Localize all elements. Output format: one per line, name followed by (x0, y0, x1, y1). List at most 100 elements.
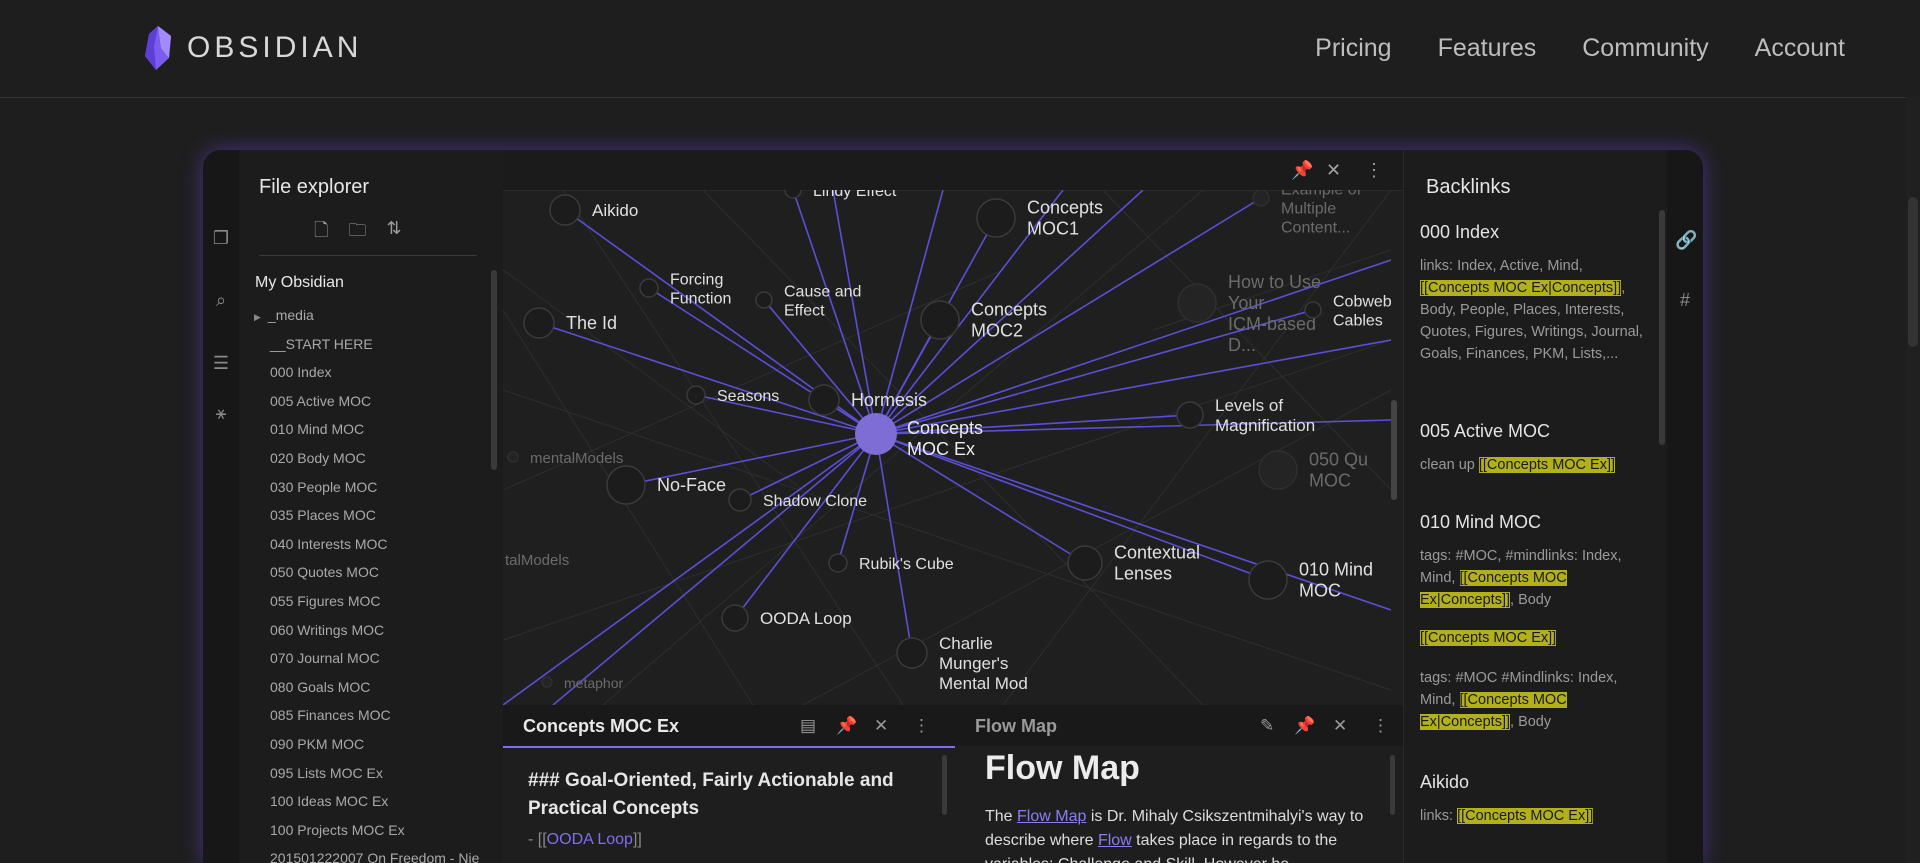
graph-node[interactable]: metaphor (541, 675, 623, 691)
close-icon[interactable]: ✕ (874, 716, 888, 736)
graph-node[interactable]: Example of Multiple Content... (1252, 190, 1362, 237)
nav-features[interactable]: Features (1438, 34, 1537, 63)
backlink-title[interactable]: Aikido (1420, 772, 1645, 793)
graph-node[interactable]: Levels of Magnification (1176, 396, 1315, 435)
graph-scrollbar[interactable] (1391, 400, 1397, 500)
note-scrollbar[interactable] (942, 755, 947, 815)
graph-node-circle[interactable] (606, 465, 646, 505)
graph-node[interactable]: 050 Qu MOC (1258, 450, 1368, 491)
file-item[interactable]: 100 Ideas MOC Ex (270, 787, 479, 816)
nav-account[interactable]: Account (1755, 34, 1845, 63)
graph-node-circle[interactable] (808, 384, 840, 416)
graph-node-circle[interactable] (1252, 190, 1270, 207)
graph-node[interactable]: Rubik's Cube (828, 553, 954, 573)
graph-node[interactable]: Cobweb Cables (1304, 294, 1392, 330)
graph-node-circle[interactable] (523, 307, 555, 339)
more-options-icon[interactable]: ⋮ (913, 716, 930, 736)
graph-node[interactable]: Seasons (686, 385, 779, 405)
graph-node[interactable]: Aikido (549, 194, 638, 226)
graph-node[interactable]: Cause and Effect (755, 284, 861, 320)
file-item[interactable]: 040 Interests MOC (270, 530, 479, 559)
file-item[interactable]: 005 Active MOC (270, 387, 479, 416)
file-item[interactable]: 100 Projects MOC Ex (270, 816, 479, 845)
pin-icon[interactable]: 📌 (1291, 160, 1313, 181)
graph-node[interactable]: Charlie Munger's Mental Mod (896, 634, 1028, 693)
file-item[interactable]: __START HERE (270, 330, 479, 359)
graph-node[interactable]: Concepts MOC2 (920, 300, 1047, 341)
file-item[interactable]: 050 Quotes MOC (270, 558, 479, 587)
files-icon[interactable]: ❐ (211, 228, 231, 248)
pin-icon[interactable]: 📌 (1294, 716, 1315, 736)
file-item[interactable]: 060 Writings MOC (270, 616, 479, 645)
file-item[interactable]: 080 Goals MOC (270, 673, 479, 702)
close-icon[interactable]: ✕ (1326, 160, 1341, 181)
backlink-title[interactable]: 005 Active MOC (1420, 421, 1645, 442)
file-item[interactable]: 035 Places MOC (270, 501, 479, 530)
page-scrollbar[interactable] (1906, 97, 1920, 863)
outline-icon[interactable]: ☰ (211, 353, 231, 373)
more-options-icon[interactable]: ⋮ (1365, 160, 1383, 181)
graph-node[interactable]: talModels (505, 552, 569, 569)
new-note-icon[interactable]: 🗋 (314, 218, 328, 248)
graph-center-circle[interactable] (855, 413, 897, 455)
reading-view-icon[interactable]: ▤ (800, 716, 816, 736)
graph-node[interactable]: Shadow Clone (728, 488, 867, 512)
nav-community[interactable]: Community (1582, 34, 1708, 63)
sort-icon[interactable]: ⇅ (386, 218, 401, 248)
backlink-entry[interactable]: 010 Mind MOC tags: #MOC, #mindlinks: Ind… (1420, 512, 1645, 733)
chevron-right-icon[interactable]: ▶ (254, 312, 261, 322)
note-tab-header[interactable]: Flow Map ✎ 📌 ✕ ⋮ (955, 705, 1403, 746)
backlink-entry[interactable]: 005 Active MOC clean up [[Concepts MOC E… (1420, 421, 1645, 476)
graph-node-circle[interactable] (721, 604, 749, 632)
file-item[interactable]: 020 Body MOC (270, 444, 479, 473)
backlink-entry[interactable]: 000 Index links: Index, Active, Mind, [[… (1420, 222, 1645, 365)
graph-node[interactable]: OODA Loop (721, 604, 852, 632)
nav-pricing[interactable]: Pricing (1315, 34, 1391, 63)
graph-node-circle[interactable] (686, 385, 706, 405)
more-options-icon[interactable]: ⋮ (1372, 716, 1389, 736)
file-item[interactable]: 090 PKM MOC (270, 730, 479, 759)
graph-node-circle[interactable] (784, 190, 802, 199)
graph-node-circle[interactable] (920, 300, 960, 340)
close-icon[interactable]: ✕ (1333, 716, 1347, 736)
internal-link[interactable]: OODA Loop (547, 831, 633, 848)
graph-node-circle[interactable] (828, 553, 848, 573)
note-scrollbar[interactable] (1390, 755, 1395, 815)
file-item[interactable]: 201501222007 On Freedom - Nie (270, 844, 479, 863)
graph-node[interactable]: 010 Mind MOC (1248, 560, 1373, 601)
new-folder-icon[interactable]: 🗀 (348, 218, 366, 248)
file-item[interactable]: 010 Mind MOC (270, 415, 479, 444)
graph-node-circle[interactable] (896, 637, 928, 669)
folder-media[interactable]: ▶ _media (254, 301, 479, 330)
backlink-title[interactable]: 000 Index (1420, 222, 1645, 243)
graph-node-circle[interactable] (1304, 301, 1322, 319)
file-item[interactable]: 030 People MOC (270, 473, 479, 502)
graph-node-circle[interactable] (1248, 560, 1288, 600)
file-item[interactable]: 070 Journal MOC (270, 644, 479, 673)
file-item[interactable]: 085 Finances MOC (270, 701, 479, 730)
graph-node-circle[interactable] (1258, 450, 1298, 490)
graph-node-circle[interactable] (507, 451, 519, 463)
explorer-scrollbar[interactable] (491, 270, 497, 470)
file-item[interactable]: 095 Lists MOC Ex (270, 759, 479, 788)
tag-icon[interactable]: # (1675, 290, 1695, 310)
note-tab-header[interactable]: Concepts MOC Ex ▤ 📌 ✕ ⋮ (503, 705, 955, 748)
graph-node[interactable]: Contextual Lenses (1067, 543, 1200, 584)
file-item[interactable]: 000 Index (270, 358, 479, 387)
link-icon[interactable]: 🔗 (1675, 230, 1697, 250)
graph-node-circle[interactable] (639, 278, 659, 298)
graph-node-circle[interactable] (1176, 401, 1204, 429)
graph-canvas[interactable]: Lindy Effect Aikido Concepts MOC1 Example of… (503, 190, 1403, 705)
graph-node[interactable]: Forcing Function (639, 272, 731, 308)
brand-logo[interactable]: OBSIDIAN (143, 26, 362, 70)
internal-link[interactable]: Flow (1098, 832, 1132, 849)
edit-icon[interactable]: ✎ (1260, 716, 1274, 736)
graph-node-circle[interactable] (541, 676, 553, 688)
graph-node-circle[interactable] (728, 488, 752, 512)
graph-node[interactable]: mentalModels (507, 450, 623, 467)
backlink-title[interactable]: 010 Mind MOC (1420, 512, 1645, 533)
graph-node[interactable]: Lindy Effect (784, 190, 897, 200)
graph-node-circle[interactable] (1177, 283, 1217, 323)
graph-icon[interactable]: ⚹ (211, 403, 231, 423)
backlink-entry[interactable]: Aikido links: [[Concepts MOC Ex]] (1420, 772, 1645, 827)
